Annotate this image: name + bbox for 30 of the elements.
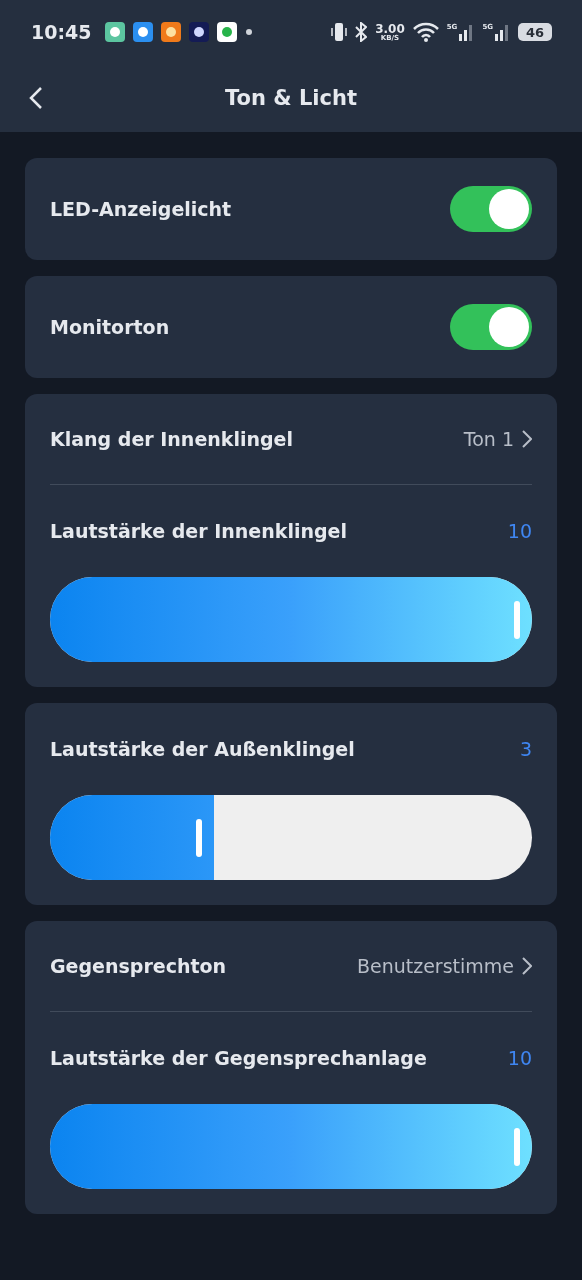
chevron-right-icon xyxy=(522,957,532,975)
bluetooth-icon xyxy=(355,22,368,42)
slider-thumb[interactable] xyxy=(195,819,202,857)
select-value[interactable]: Ton 1 xyxy=(463,428,532,450)
toggle-switch[interactable] xyxy=(450,186,532,232)
status-time: 10:45 xyxy=(31,21,92,43)
volume-reading: 10 xyxy=(507,520,532,542)
wifi-icon xyxy=(412,22,439,42)
select-value[interactable]: Benutzerstimme xyxy=(356,955,532,977)
back-icon[interactable] xyxy=(28,86,44,110)
page-title: Ton & Licht xyxy=(225,86,357,110)
setting-label: Lautstärke der Gegensprechanlage xyxy=(50,1047,427,1069)
setting-label: Monitorton xyxy=(50,316,170,338)
dot-icon xyxy=(245,28,254,36)
battery-level: 46 xyxy=(518,23,552,41)
setting-label: Lautstärke der Außenklingel xyxy=(50,738,355,760)
signal-icon xyxy=(494,23,510,41)
setting-label: Klang der Innenklingel xyxy=(50,428,293,450)
vibrate-icon xyxy=(331,21,348,43)
setting-label: Lautstärke der Innenklingel xyxy=(50,520,347,542)
volume-reading: 10 xyxy=(507,1047,532,1069)
setting-label: LED-Anzeigelicht xyxy=(50,198,232,220)
volume-reading: 3 xyxy=(519,738,532,760)
chevron-right-icon xyxy=(522,430,532,448)
signal-icon xyxy=(458,23,475,41)
network-speed: 3.00 xyxy=(375,22,405,35)
setting-label: Gegensprechton xyxy=(50,955,227,977)
toggle-switch[interactable] xyxy=(450,304,532,350)
slider-thumb[interactable] xyxy=(514,601,520,639)
slider-thumb[interactable] xyxy=(514,1128,520,1166)
